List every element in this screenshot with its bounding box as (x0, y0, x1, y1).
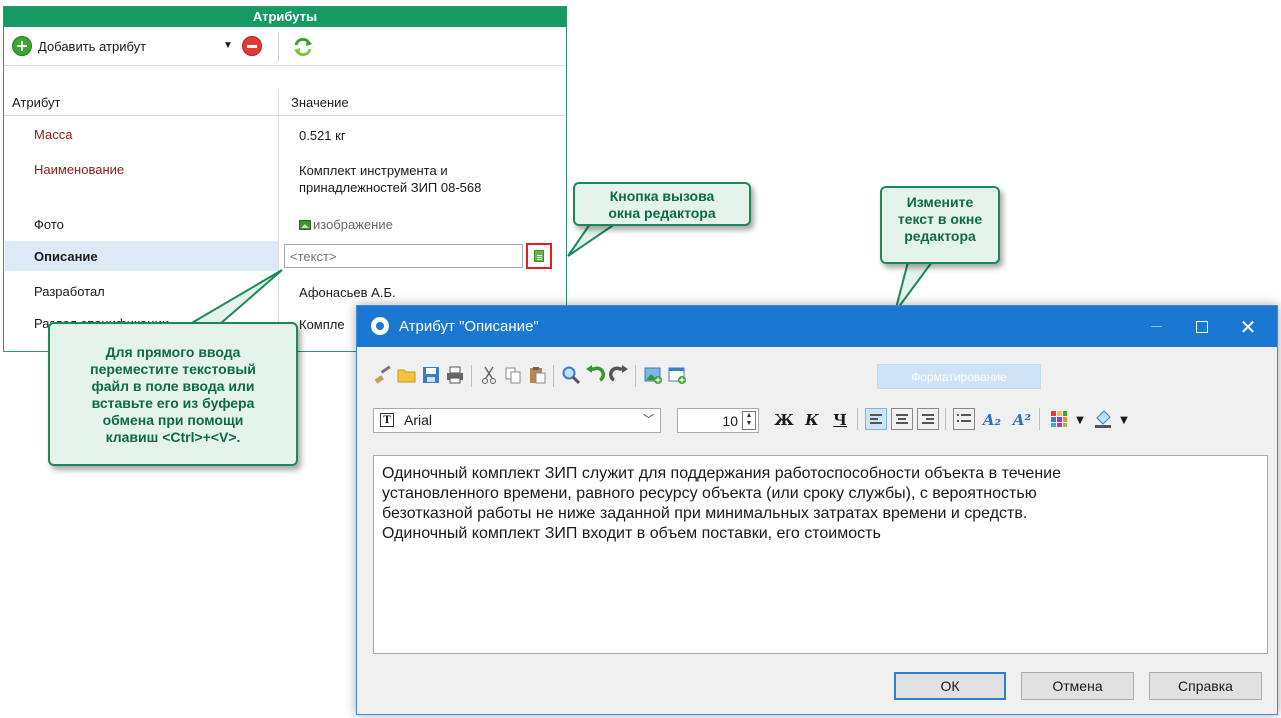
callout-editor-button: Кнопка вызова окна редактора (573, 182, 751, 226)
maximize-button[interactable] (1179, 306, 1225, 347)
redo-icon[interactable] (609, 365, 629, 385)
print-icon[interactable] (445, 365, 465, 385)
callout-text: Кнопка вызова (609, 188, 715, 204)
help-button[interactable]: Справка (1149, 672, 1262, 700)
font-family-select[interactable]: T Arial ﹀ (373, 408, 661, 433)
font-size-value: 10 (722, 413, 738, 429)
superscript-button[interactable]: A² (1011, 408, 1033, 432)
callout-text: текст в окне (897, 211, 983, 227)
callout-text: вставьте его из буфера (91, 395, 255, 411)
dialog-title: Атрибут "Описание" (399, 318, 539, 335)
text-line: установленного времени, равного ресурсу … (382, 485, 1037, 502)
callout-text: Измените (906, 194, 974, 210)
close-button[interactable]: ✕ (1225, 306, 1271, 347)
align-left-button[interactable] (865, 408, 887, 430)
toolbar-separator (857, 408, 858, 430)
callout-text: редактора (904, 228, 976, 244)
app-logo-icon (371, 317, 389, 335)
open-folder-icon[interactable] (397, 365, 417, 385)
fill-dropdown-icon[interactable]: ▼ (1113, 408, 1135, 432)
bullet-list-button[interactable] (953, 408, 975, 430)
fill-color-icon[interactable] (1093, 409, 1113, 429)
bold-button[interactable]: Ж (773, 408, 795, 432)
cut-icon[interactable] (479, 365, 499, 385)
minimize-button[interactable] (1133, 306, 1179, 347)
cancel-button[interactable]: Отмена (1021, 672, 1134, 700)
paste-icon[interactable] (527, 365, 547, 385)
insert-object-icon[interactable] (667, 365, 687, 385)
font-size-spinner-icon[interactable]: ▲ ▼ (742, 411, 756, 430)
text-line: Одиночный комплект ЗИП служит для поддер… (382, 465, 1061, 482)
underline-button[interactable]: Ч (829, 408, 851, 432)
callout-text: переместите текстовый (90, 361, 256, 377)
font-family-value: Arial (404, 412, 433, 428)
find-icon[interactable] (561, 365, 581, 385)
toolbar-separator (635, 365, 636, 387)
font-size-input[interactable]: 10 ▲ ▼ (677, 408, 759, 433)
toolbar-separator (471, 365, 472, 387)
italic-button[interactable]: К (801, 408, 823, 432)
callout-text: клавиш <Ctrl>+<V>. (105, 429, 241, 445)
palette-dropdown-icon[interactable]: ▼ (1069, 408, 1091, 432)
truetype-font-icon: T (380, 413, 394, 427)
align-center-button[interactable] (891, 408, 913, 430)
undo-icon[interactable] (585, 365, 605, 385)
chevron-down-icon: ﹀ (643, 414, 654, 426)
copy-icon[interactable] (503, 365, 523, 385)
formatting-toggle-button[interactable]: Форматирование (877, 364, 1041, 389)
toolbar-separator (945, 408, 946, 430)
text-line: безотказной работы не ниже заданной при … (382, 505, 1028, 522)
subscript-button[interactable]: A₂ (981, 408, 1003, 432)
ok-button[interactable]: ОК (894, 672, 1006, 700)
insert-image-icon[interactable] (643, 365, 663, 385)
clear-format-brush-icon[interactable] (373, 365, 393, 385)
callout-text: файл в поле ввода или (91, 378, 255, 394)
toolbar-separator (1039, 408, 1040, 430)
dialog-titlebar[interactable]: Атрибут "Описание" ✕ (357, 306, 1277, 347)
callout-text: окна редактора (608, 205, 716, 221)
callout-change-text: Измените текст в окне редактора (880, 186, 1000, 264)
save-icon[interactable] (421, 365, 441, 385)
callout-direct-input: Для прямого ввода переместите текстовый … (48, 322, 298, 466)
color-palette-icon[interactable] (1049, 409, 1069, 429)
description-editor-dialog: Атрибут "Описание" ✕ Форматирование T Ar… (356, 305, 1278, 715)
callout-text: Для прямого ввода (105, 344, 241, 360)
callout-text: обмена при помощи (102, 412, 244, 428)
align-right-button[interactable] (917, 408, 939, 430)
editor-text-area[interactable]: Одиночный комплект ЗИП служит для поддер… (373, 455, 1268, 654)
text-line: Одиночный комплект ЗИП входит в объем по… (382, 525, 881, 542)
toolbar-separator (553, 365, 554, 387)
